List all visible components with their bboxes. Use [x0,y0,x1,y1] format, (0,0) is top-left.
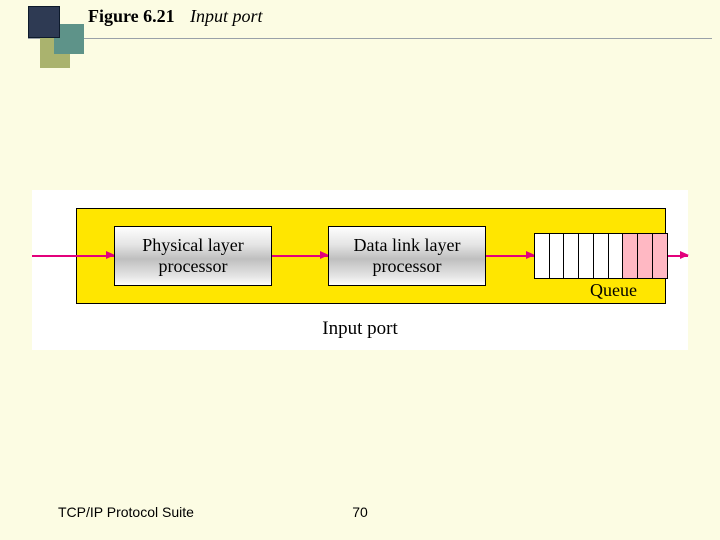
box1-line2: processor [115,256,271,277]
queue-cell [563,233,579,279]
queue-label: Queue [590,280,637,301]
queue-cell [578,233,594,279]
queue-cell-filled [637,233,653,279]
diagram: Physical layer processor Data link layer… [32,190,688,350]
figure-number: Figure 6.21 [88,6,175,27]
queue [534,233,668,277]
slide-header: Figure 6.21 Input port [0,0,720,60]
input-port-label: Input port [32,318,688,340]
box1-line1: Physical layer [115,235,271,256]
page-number: 70 [0,504,720,520]
arrow-head-icon [680,251,689,259]
arrow-segment [32,255,114,257]
box2-line2: processor [329,256,485,277]
queue-cell [534,233,550,279]
decor-square-navy [28,6,60,38]
queue-cell-filled [622,233,638,279]
header-rule [28,38,712,39]
queue-cell [549,233,565,279]
physical-layer-processor-box: Physical layer processor [114,226,272,286]
queue-cell [593,233,609,279]
figure-caption: Input port [190,6,263,27]
data-link-layer-processor-box: Data link layer processor [328,226,486,286]
queue-cell-filled [652,233,668,279]
box2-line1: Data link layer [329,235,485,256]
queue-cell [608,233,624,279]
